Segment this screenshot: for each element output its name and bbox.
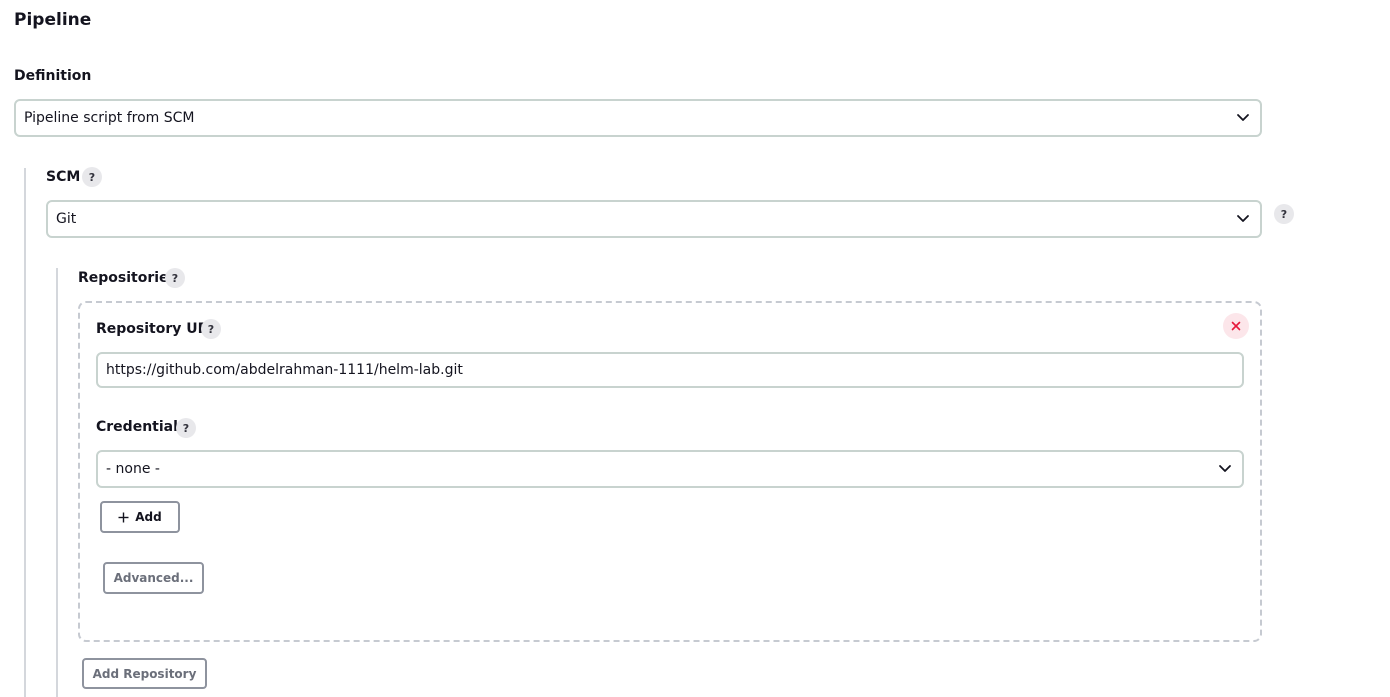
scm-select[interactable]: Git bbox=[46, 200, 1262, 238]
definition-select-value: Pipeline script from SCM bbox=[24, 110, 195, 126]
delete-repository-button[interactable] bbox=[1223, 313, 1249, 339]
chevron-down-icon bbox=[1237, 215, 1249, 222]
definition-select[interactable]: Pipeline script from SCM bbox=[14, 99, 1262, 137]
scm-section-rail bbox=[24, 168, 26, 697]
credentials-select-value: - none - bbox=[106, 461, 160, 477]
scm-label: SCM bbox=[46, 169, 81, 185]
question-mark-icon[interactable]: ? bbox=[1274, 204, 1294, 224]
credentials-select[interactable]: - none - bbox=[96, 450, 1244, 488]
scm-select-value: Git bbox=[56, 211, 77, 227]
add-repository-button[interactable]: Add Repository bbox=[82, 658, 207, 689]
question-mark-icon[interactable]: ? bbox=[201, 319, 221, 339]
question-mark-icon[interactable]: ? bbox=[165, 268, 185, 288]
add-repository-label: Add Repository bbox=[92, 666, 197, 681]
repository-url-label: Repository URL bbox=[96, 321, 218, 337]
repository-url-value: https://github.com/abdelrahman-1111/helm… bbox=[106, 362, 463, 378]
repository-url-input[interactable]: https://github.com/abdelrahman-1111/helm… bbox=[96, 352, 1244, 388]
question-mark-icon[interactable]: ? bbox=[176, 418, 196, 438]
credentials-label: Credentials bbox=[96, 419, 187, 435]
question-mark-icon[interactable]: ? bbox=[82, 167, 102, 187]
advanced-button[interactable]: Advanced... bbox=[103, 562, 204, 594]
advanced-label: Advanced... bbox=[113, 571, 194, 585]
page-title: Pipeline bbox=[14, 10, 92, 30]
add-credentials-button[interactable]: Add bbox=[100, 501, 180, 533]
close-icon bbox=[1231, 321, 1241, 331]
repositories-section-rail bbox=[56, 268, 58, 697]
add-credentials-label: Add bbox=[135, 510, 162, 524]
chevron-down-icon bbox=[1237, 114, 1249, 121]
definition-label: Definition bbox=[14, 68, 92, 84]
repositories-label: Repositories bbox=[78, 270, 177, 286]
chevron-down-icon bbox=[1219, 465, 1231, 472]
plus-icon bbox=[118, 512, 129, 522]
